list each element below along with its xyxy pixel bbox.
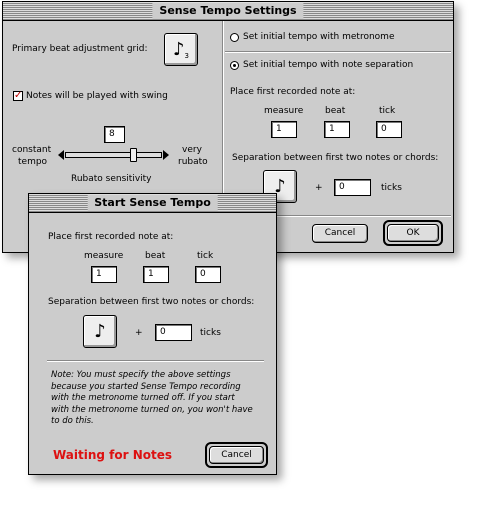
rubato-value-field[interactable]: 8 [104, 126, 125, 143]
radio-separator [225, 51, 451, 53]
separation-label: Separation between first two notes or ch… [232, 153, 439, 163]
triplet-subscript: 3 [184, 52, 189, 60]
beat-field[interactable]: 1 [324, 121, 350, 138]
slider-track [65, 152, 162, 158]
start-cancel-button[interactable]: Cancel [209, 446, 264, 464]
start-separation-note-button[interactable]: ♪ [83, 315, 117, 348]
note-line: with the metronome turned on, you won't … [51, 404, 253, 415]
tick-header: tick [379, 106, 396, 116]
settings-title-bar[interactable]: Sense Tempo Settings [3, 2, 453, 21]
radio-metronome-label: Set initial tempo with metronome [243, 32, 395, 42]
settings-ok-button[interactable]: OK [387, 224, 439, 242]
beat-header: beat [325, 106, 346, 116]
plus-sign: + [315, 183, 323, 193]
primary-beat-grid-button[interactable]: ♪3 [164, 33, 198, 66]
start-cancel-button-frame: Cancel [205, 442, 268, 468]
separation-ticks-field[interactable]: 0 [334, 179, 371, 196]
rubato-right-label-1: very [182, 145, 202, 155]
start-separation-label: Separation between first two notes or ch… [48, 297, 255, 307]
tick-field[interactable]: 0 [376, 121, 402, 138]
primary-beat-label: Primary beat adjustment grid: [12, 44, 148, 54]
measure-header: measure [264, 106, 304, 116]
start-beat-field[interactable]: 1 [143, 266, 169, 283]
start-tick-header: tick [197, 251, 214, 261]
slider-thumb[interactable] [129, 148, 137, 162]
eighth-note-icon: ♪ [173, 39, 185, 60]
radio-metronome[interactable] [230, 33, 239, 42]
rubato-left-label-2: tempo [18, 157, 48, 167]
note-line: to do this. [51, 416, 94, 426]
start-measure-field[interactable]: 1 [91, 266, 117, 283]
rubato-slider[interactable] [58, 148, 169, 162]
start-separator [47, 360, 264, 362]
swing-label: Notes will be played with swing [26, 91, 168, 101]
ticks-label: ticks [381, 183, 402, 193]
place-first-label: Place first recorded note at: [230, 87, 356, 97]
radio-note-separation-label: Set initial tempo with note separation [243, 60, 414, 70]
settings-ok-button-frame: OK [383, 220, 443, 246]
note-line: Note: You must specify the above setting… [51, 370, 231, 380]
settings-cancel-button[interactable]: Cancel [312, 224, 368, 243]
waiting-status: Waiting for Notes [53, 448, 173, 462]
rubato-caption: Rubato sensitivity [71, 174, 152, 184]
radio-note-separation[interactable] [230, 61, 239, 70]
start-ticks-label: ticks [200, 328, 221, 338]
start-measure-header: measure [84, 251, 124, 261]
start-separation-ticks-field[interactable]: 0 [155, 324, 192, 341]
start-note-text: Note: You must specify the above setting… [51, 370, 253, 428]
start-title-bar[interactable]: Start Sense Tempo [29, 194, 276, 213]
start-sense-tempo-window: Start Sense Tempo Place first recorded n… [28, 193, 277, 475]
rubato-right-label-2: rubato [178, 157, 208, 167]
settings-window-title: Sense Tempo Settings [152, 3, 304, 19]
start-place-first-label: Place first recorded note at: [48, 232, 174, 242]
note-line: because you started Sense Tempo recordin… [51, 381, 241, 392]
rubato-left-label-1: constant [12, 145, 52, 155]
swing-checkbox[interactable]: ✓ [13, 91, 23, 101]
note-line: with the metronome turned off. If you st… [51, 393, 235, 403]
start-beat-header: beat [145, 251, 166, 261]
start-tick-field[interactable]: 0 [195, 266, 221, 283]
slider-right-arrow-icon [163, 150, 169, 160]
panel-divider [222, 21, 224, 215]
eighth-note-icon: ♪ [94, 321, 106, 342]
check-mark-icon: ✓ [14, 90, 23, 101]
measure-field[interactable]: 1 [271, 121, 297, 138]
start-window-title: Start Sense Tempo [87, 195, 218, 211]
slider-left-arrow-icon [58, 150, 64, 160]
start-plus-sign: + [135, 328, 143, 338]
